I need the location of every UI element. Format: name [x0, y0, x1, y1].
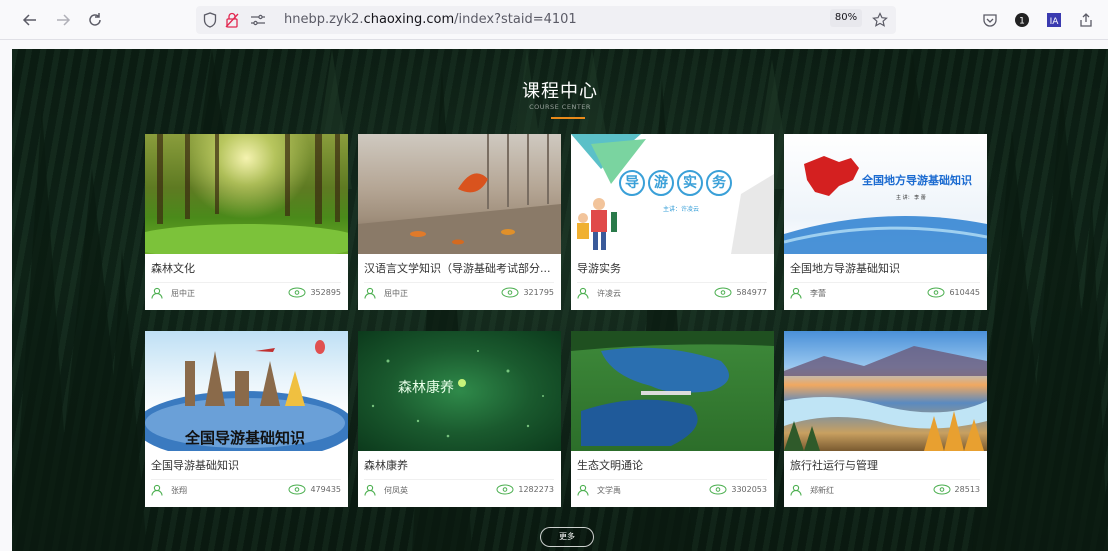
eye-icon [927, 287, 945, 298]
course-author: 许凌云 [577, 287, 621, 299]
section-subtitle: COURSE CENTER [529, 103, 591, 111]
eye-icon [709, 484, 727, 495]
course-title[interactable]: 生态文明通论 [577, 457, 769, 473]
user-icon [151, 484, 163, 496]
china-map-shape [804, 156, 859, 196]
cover-title: 全国地方导游基础知识 [862, 174, 972, 187]
course-cover-image[interactable]: 全国地方导游基础知识 主 讲： 李 蕾 [784, 134, 987, 254]
course-title[interactable]: 森林文化 [151, 260, 343, 276]
tourist-figures-illustration [577, 198, 617, 250]
course-author: 何凤英 [364, 484, 408, 496]
svg-text:1: 1 [1019, 17, 1025, 27]
course-views: 584977 [714, 287, 767, 298]
eye-icon [288, 287, 306, 298]
course-meta: 郑新红 28513 [790, 479, 980, 497]
insecure-lock-icon[interactable] [222, 10, 242, 30]
course-title[interactable]: 森林康养 [364, 457, 556, 473]
eye-icon [501, 287, 519, 298]
course-views: 28513 [933, 484, 980, 495]
password-manager-icon[interactable]: 1 [1012, 10, 1032, 30]
course-views: 1282273 [496, 484, 554, 495]
eye-icon [714, 287, 732, 298]
user-icon [577, 287, 589, 299]
reload-icon[interactable] [85, 10, 105, 30]
title-underline [551, 117, 585, 119]
course-meta: 屈中正 352895 [151, 282, 341, 300]
course-card[interactable]: 导 游 实 务 主讲：许凌云 导游实务 许凌云 584977 [571, 134, 774, 310]
cover-subtitle: 主讲：许凌云 [663, 206, 700, 213]
svg-text:IA: IA [1050, 17, 1060, 27]
course-card[interactable]: 旅行社运行与管理 郑新红 28513 [784, 331, 987, 507]
course-author: 李蕾 [790, 287, 826, 299]
course-title[interactable]: 全国导游基础知识 [151, 457, 343, 473]
ia-extension-icon[interactable]: IA [1044, 10, 1064, 30]
browser-toolbar: hnebp.zyk2.chaoxing.com/index?staid=4101… [0, 0, 1108, 40]
forward-icon[interactable] [53, 10, 73, 30]
course-views: 321795 [501, 287, 554, 298]
user-icon [151, 287, 163, 299]
permissions-icon[interactable] [248, 10, 268, 30]
course-author: 屈中正 [151, 287, 195, 299]
course-cover-image[interactable]: 导 游 实 务 主讲：许凌云 [571, 134, 774, 254]
course-views: 479435 [288, 484, 341, 495]
course-card[interactable]: 森林文化 屈中正 352895 [145, 134, 348, 310]
course-views: 3302053 [709, 484, 767, 495]
shield-icon[interactable] [200, 10, 220, 30]
course-title[interactable]: 旅行社运行与管理 [790, 457, 982, 473]
course-card[interactable]: 汉语言文学知识（导游基础考试部分... 屈中正 321795 [358, 134, 561, 310]
course-cover-image[interactable] [358, 134, 561, 254]
course-author: 张翔 [151, 484, 187, 496]
share-icon[interactable] [1076, 10, 1096, 30]
user-icon [364, 484, 376, 496]
cover-title: 森林康养 [398, 380, 454, 396]
course-title[interactable]: 全国地方导游基础知识 [790, 260, 982, 276]
cover-title: 全国导游基础知识 [185, 429, 306, 447]
course-card[interactable]: 全国地方导游基础知识 主 讲： 李 蕾 全国地方导游基础知识 李蕾 610445 [784, 134, 987, 310]
course-meta: 许凌云 584977 [577, 282, 767, 300]
user-icon [790, 287, 802, 299]
course-meta: 何凤英 1282273 [364, 479, 554, 497]
eye-icon [288, 484, 306, 495]
course-meta: 李蕾 610445 [790, 282, 980, 300]
course-author: 郑新红 [790, 484, 834, 496]
course-cover-image[interactable]: 森林康养 [358, 331, 561, 451]
user-icon [790, 484, 802, 496]
more-button[interactable]: 更多 [540, 527, 594, 547]
bookmark-star-icon[interactable] [870, 10, 890, 30]
cover-title-circles: 导 游 实 务 [619, 170, 732, 196]
user-icon [577, 484, 589, 496]
course-cover-image[interactable] [145, 134, 348, 254]
course-cover-image[interactable]: 全国导游基础知识 [145, 331, 348, 451]
section-title: 课程中心 [522, 81, 598, 102]
course-cover-image[interactable] [571, 331, 774, 451]
course-author: 文学禹 [577, 484, 621, 496]
zoom-level[interactable]: 80% [830, 9, 862, 27]
course-card[interactable]: 全国导游基础知识 全国导游基础知识 张翔 479435 [145, 331, 348, 507]
pocket-icon[interactable] [980, 10, 1000, 30]
course-card[interactable]: 生态文明通论 文学禹 3302053 [571, 331, 774, 507]
course-cover-image[interactable] [784, 331, 987, 451]
course-card[interactable]: 森林康养 森林康养 何凤英 1282273 [358, 331, 561, 507]
eye-icon [933, 484, 951, 495]
course-views: 352895 [288, 287, 341, 298]
address-bar[interactable]: hnebp.zyk2.chaoxing.com/index?staid=4101 [196, 6, 896, 34]
course-meta: 文学禹 3302053 [577, 479, 767, 497]
course-title[interactable]: 导游实务 [577, 260, 769, 276]
course-meta: 屈中正 321795 [364, 282, 554, 300]
course-meta: 张翔 479435 [151, 479, 341, 497]
cover-subtitle: 主 讲： 李 蕾 [896, 195, 926, 201]
url-text: hnebp.zyk2.chaoxing.com/index?staid=4101 [284, 12, 577, 27]
course-views: 610445 [927, 287, 980, 298]
back-icon[interactable] [20, 10, 40, 30]
eye-icon [496, 484, 514, 495]
user-icon [364, 287, 376, 299]
course-center-section: 课程中心 COURSE CENTER 森林文化 屈中正 352895 汉语言文学… [12, 49, 1108, 551]
course-author: 屈中正 [364, 287, 408, 299]
course-title[interactable]: 汉语言文学知识（导游基础考试部分... [364, 260, 556, 276]
